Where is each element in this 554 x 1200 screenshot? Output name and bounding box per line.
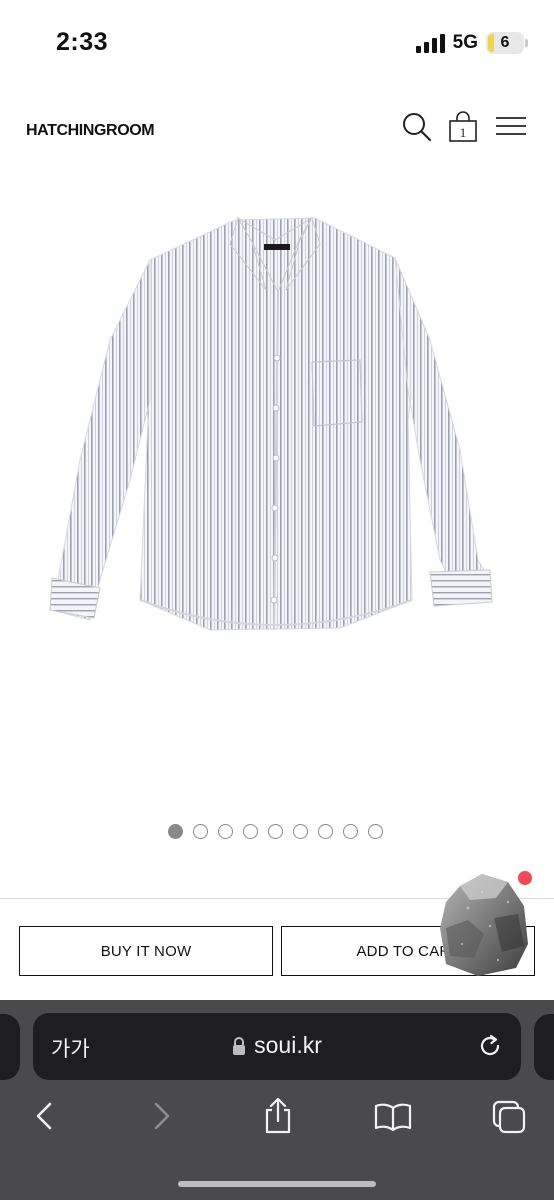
network-type: 5G [452,32,478,53]
buy-now-button[interactable]: BUY IT NOW [19,926,273,976]
pager-dot[interactable] [193,824,208,839]
home-indicator [178,1181,376,1187]
previous-tab-preview[interactable] [0,1014,20,1080]
pager-dot[interactable] [318,824,333,839]
url-text: soui.kr [254,1032,322,1058]
menu-icon[interactable] [494,110,528,144]
url-display[interactable]: soui.kr [33,1032,521,1059]
forward-icon[interactable] [142,1096,182,1136]
tabs-icon[interactable] [490,1096,530,1136]
pager-dot[interactable] [368,824,383,839]
back-icon[interactable] [24,1096,64,1136]
pager-dot[interactable] [168,824,183,839]
product-image[interactable] [0,160,554,800]
cart-icon[interactable]: 1 [446,110,480,144]
image-pager [168,824,383,839]
pager-dot[interactable] [268,824,283,839]
signal-icon [415,33,445,53]
reload-icon[interactable] [477,1033,503,1059]
battery-icon: 6 [486,32,528,54]
search-icon[interactable] [400,110,434,144]
pager-dot[interactable] [218,824,233,839]
status-time: 2:33 [56,28,109,56]
floating-rock-widget[interactable] [438,868,530,978]
bookmarks-icon[interactable] [373,1096,413,1136]
lock-icon [233,1036,246,1055]
notification-dot [518,871,532,885]
address-bar[interactable]: 가가 soui.kr [33,1013,521,1080]
pager-dot[interactable] [293,824,308,839]
battery-level: 6 [500,34,510,51]
cart-count: 1 [460,125,467,140]
brand-logo[interactable]: HATCHINGROOM [26,122,155,140]
status-bar: 2:33 5G 6 [0,0,554,90]
site-header: HATCHINGROOM 1 [0,100,554,160]
next-tab-preview[interactable] [534,1014,554,1080]
share-icon[interactable] [258,1096,298,1136]
status-indicators: 5G 6 [415,32,528,54]
pager-dot[interactable] [343,824,358,839]
pager-dot[interactable] [243,824,258,839]
